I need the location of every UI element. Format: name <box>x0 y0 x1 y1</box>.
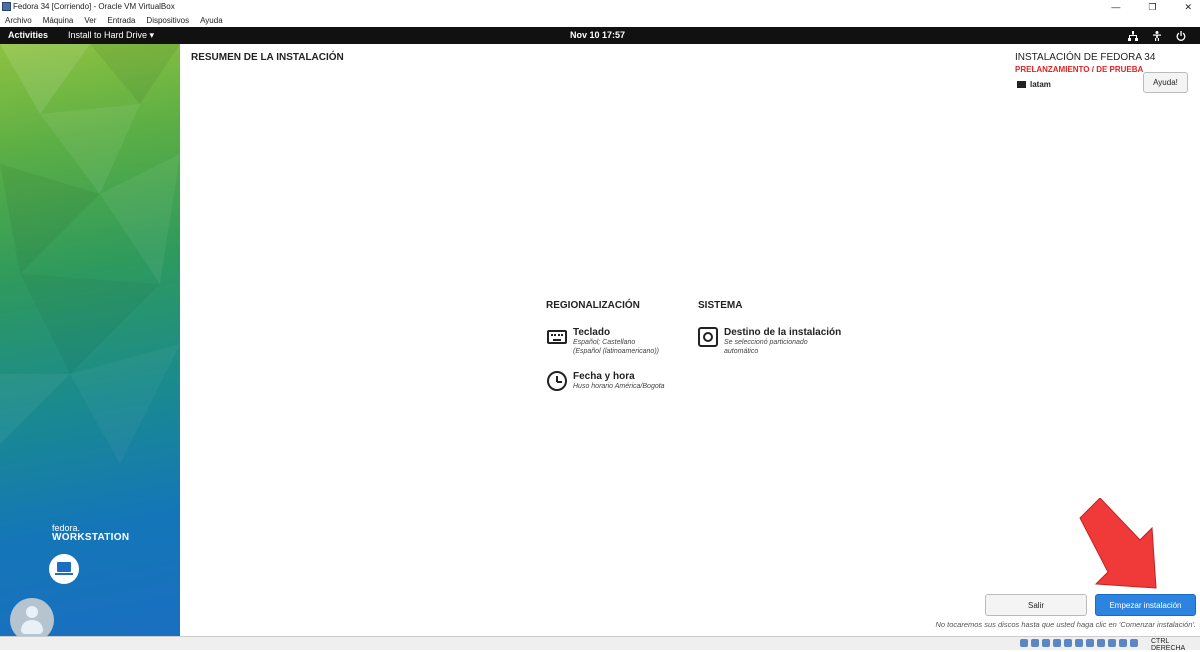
workstation-icon <box>49 554 79 584</box>
page-title: RESUMEN DE LA INSTALACIÓN <box>191 52 344 63</box>
audio-status-icon[interactable] <box>1042 639 1050 647</box>
keyboard-layout-indicator[interactable]: latam <box>1017 80 1051 89</box>
vbox-menubar: Archivo Máquina Ver Entrada Dispositivos… <box>0 14 1200 27</box>
destination-spoke-title: Destino de la instalación <box>724 327 842 338</box>
app-menu[interactable]: Install to Hard Drive ▾ <box>68 27 154 44</box>
keyboard-spoke-status: Español; Castellano <box>573 339 636 346</box>
datetime-spoke-title: Fecha y hora <box>573 371 635 382</box>
datetime-spoke[interactable]: Fecha y hora Huso horario América/Bogota <box>547 371 665 391</box>
window-title: Fedora 34 [Corriendo] - Oracle VM Virtua… <box>13 2 175 11</box>
system-section-title: SISTEMA <box>698 300 743 311</box>
fedora-sidebar: fedora. WORKSTATION <box>0 44 180 636</box>
recording-status-icon[interactable] <box>1097 639 1105 647</box>
annotation-arrow-icon <box>1079 498 1157 589</box>
hdd-status-icon[interactable] <box>1020 639 1028 647</box>
begin-installation-button[interactable]: Empezar instalación <box>1095 594 1196 616</box>
restore-button[interactable]: ❐ <box>1148 0 1156 14</box>
shared-folder-status-icon[interactable] <box>1075 639 1083 647</box>
menu-ver[interactable]: Ver <box>84 14 96 27</box>
prerelease-warning: PRELANZAMIENTO / DE PRUEBA <box>1015 65 1144 74</box>
gnome-topbar: Activities Install to Hard Drive ▾ Nov 1… <box>0 27 1200 44</box>
localization-section-title: REGIONALIZACIÓN <box>546 300 640 311</box>
clock[interactable]: Nov 10 17:57 <box>570 27 625 44</box>
disk-warning-note: No tocaremos sus discos hasta que usted … <box>935 620 1196 629</box>
virtualbox-icon <box>2 2 11 11</box>
vbox-titlebar: Fedora 34 [Corriendo] - Oracle VM Virtua… <box>0 0 1200 14</box>
keyboard-spoke-status-2: (Español (latinoamericano)) <box>573 348 659 355</box>
mouse-status-icon[interactable] <box>1119 639 1127 647</box>
keyboard-icon <box>547 330 567 344</box>
display-status-icon[interactable] <box>1086 639 1094 647</box>
network-status-icon[interactable] <box>1053 639 1061 647</box>
help-button[interactable]: Ayuda! <box>1143 72 1188 93</box>
destination-spoke-status-2: automático <box>724 348 759 355</box>
datetime-spoke-status: Huso horario América/Bogota <box>573 383 665 390</box>
menu-archivo[interactable]: Archivo <box>5 14 32 27</box>
close-button[interactable]: ✕ <box>1184 0 1192 14</box>
workstation-logo-text: WORKSTATION <box>52 532 130 543</box>
disk-icon <box>698 327 718 347</box>
quit-button[interactable]: Salir <box>985 594 1087 616</box>
activities-button[interactable]: Activities <box>8 27 48 44</box>
keyboard-spoke-title: Teclado <box>573 327 611 338</box>
keyboard-layout-label: latam <box>1030 80 1051 89</box>
network-icon[interactable] <box>1128 31 1138 41</box>
keyboard-icon <box>1017 81 1026 88</box>
destination-spoke-status: Se seleccionó particionado <box>724 339 808 346</box>
destination-spoke[interactable]: Destino de la instalación Se seleccionó … <box>698 327 841 356</box>
install-title: INSTALACIÓN DE FEDORA 34 <box>1015 52 1156 63</box>
menu-entrada[interactable]: Entrada <box>107 14 135 27</box>
arrow-status-icon[interactable] <box>1130 639 1138 647</box>
menu-maquina[interactable]: Máquina <box>43 14 74 27</box>
optical-status-icon[interactable] <box>1031 639 1039 647</box>
menu-dispositivos[interactable]: Dispositivos <box>146 14 189 27</box>
vbox-statusbar: CTRL DERECHA <box>0 636 1200 652</box>
accessibility-icon[interactable] <box>1152 31 1162 41</box>
power-icon[interactable] <box>1176 31 1186 41</box>
menu-ayuda[interactable]: Ayuda <box>200 14 223 27</box>
sidebar-pattern <box>0 44 180 464</box>
clock-icon <box>547 371 567 391</box>
keyboard-spoke[interactable]: Teclado Español; Castellano (Español (la… <box>547 327 659 356</box>
minimize-button[interactable]: — <box>1111 0 1120 14</box>
usb-status-icon[interactable] <box>1064 639 1072 647</box>
cpu-status-icon[interactable] <box>1108 639 1116 647</box>
